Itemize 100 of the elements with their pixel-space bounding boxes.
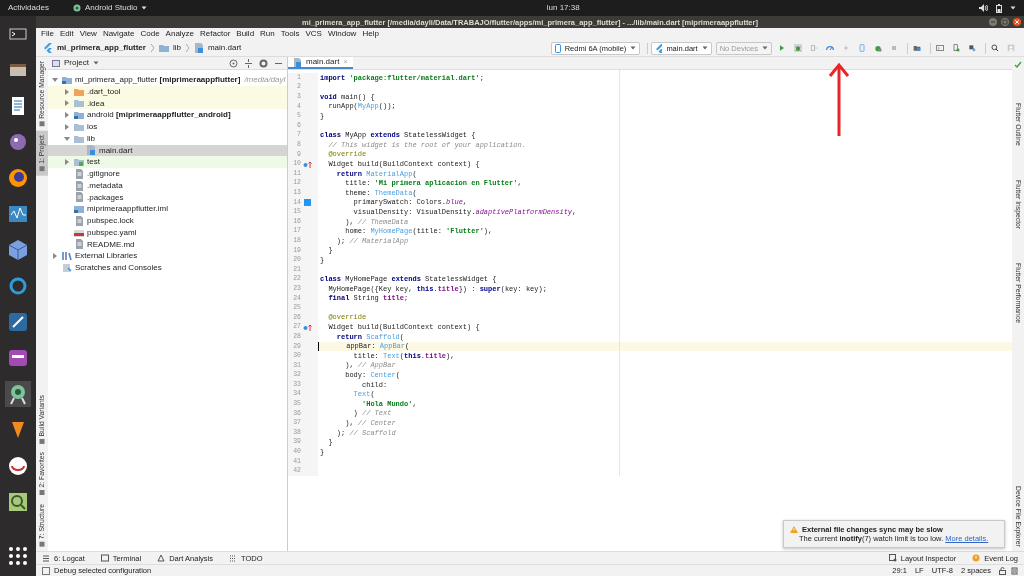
breadcrumb[interactable]: lib xyxy=(154,43,185,53)
menu-item[interactable]: Window xyxy=(324,29,360,39)
breadcrumb[interactable]: mi_primera_app_flutter xyxy=(39,43,150,53)
sdk-manager-icon[interactable] xyxy=(966,42,978,54)
item-label: .packages xyxy=(87,192,124,203)
tree-item[interactable]: README.md xyxy=(48,238,287,251)
activities-button[interactable]: Actividades xyxy=(8,3,49,13)
scratches-icon xyxy=(62,262,72,273)
battery-icon[interactable] xyxy=(996,3,1002,13)
event-log-icon xyxy=(972,554,981,562)
expand-arrow-icon[interactable] xyxy=(52,253,58,260)
debug-icon[interactable] xyxy=(792,42,804,54)
terminal-window-icon[interactable] xyxy=(934,42,946,54)
item-label: .metadata xyxy=(87,180,123,191)
settings-icon[interactable] xyxy=(259,58,268,68)
item-label: test xyxy=(87,157,100,167)
tree-item[interactable]: android [miprimeraappflutter_android] xyxy=(48,109,287,121)
clock[interactable]: lun 17:38 xyxy=(546,3,580,13)
menu-item[interactable]: Refactor xyxy=(197,29,234,39)
item-label: .idea xyxy=(87,98,105,109)
expand-arrow-icon[interactable] xyxy=(64,159,70,166)
file-icon xyxy=(74,192,84,203)
menu-item[interactable]: Build xyxy=(233,29,258,39)
menu-item[interactable]: Analyze xyxy=(162,29,198,39)
editor-tab[interactable]: main.dart × xyxy=(288,57,354,69)
collapse-arrow-icon[interactable] xyxy=(52,76,58,83)
caret-icon xyxy=(92,60,99,66)
menu-item[interactable]: Code xyxy=(137,29,163,39)
item-label: README.md xyxy=(87,239,135,250)
check-icon xyxy=(1014,61,1022,69)
test-folder-icon xyxy=(74,157,84,168)
menu-item[interactable]: Run xyxy=(257,29,278,39)
close-button[interactable] xyxy=(1013,18,1021,26)
tree-item[interactable]: lib xyxy=(48,132,287,145)
item-label: android [miprimeraappflutter_android] xyxy=(87,110,231,120)
tree-item[interactable]: .packages xyxy=(48,191,287,204)
menu-item[interactable]: View xyxy=(76,29,100,39)
tab-icon xyxy=(39,489,45,496)
caret-icon xyxy=(141,5,148,11)
menu-item[interactable]: File xyxy=(38,29,57,39)
device-manager-icon[interactable] xyxy=(950,42,962,54)
minimize-button[interactable] xyxy=(989,18,997,26)
flutter-icon xyxy=(43,43,53,53)
file-icon xyxy=(74,180,84,191)
lock-icon[interactable] xyxy=(999,566,1006,575)
view-selector-label: Project xyxy=(64,58,89,68)
panel-icon xyxy=(52,59,60,67)
item-label: pubspec.yaml xyxy=(87,227,137,238)
android-studio-icon[interactable] xyxy=(4,380,32,408)
tree-item[interactable]: .dart_tool xyxy=(48,85,287,98)
menu-item[interactable]: VCS xyxy=(302,29,325,39)
tree-item[interactable]: External Libraries xyxy=(48,250,287,262)
breadcrumb[interactable]: main.dart xyxy=(189,43,246,53)
tree-item[interactable]: test xyxy=(48,156,287,168)
volume-icon[interactable] xyxy=(979,4,988,12)
flutter-icon xyxy=(655,43,663,53)
tree-item[interactable]: pubspec.lock xyxy=(48,215,287,227)
menu-item[interactable]: Tools xyxy=(277,29,303,39)
collapse-icon[interactable] xyxy=(244,58,253,68)
app-menu[interactable]: Android Studio xyxy=(72,3,148,13)
menu-item[interactable]: Help xyxy=(359,29,382,39)
dart-file-icon xyxy=(193,43,204,53)
view-selector[interactable]: Project xyxy=(52,58,99,68)
expand-arrow-icon[interactable] xyxy=(64,123,70,130)
expand-arrow-icon[interactable] xyxy=(64,100,70,107)
override-marker-icon[interactable] xyxy=(302,160,312,168)
locate-icon[interactable] xyxy=(229,58,238,68)
item-label: Scratches and Consoles xyxy=(75,263,162,273)
tree-item[interactable]: miprimeraappflutter.iml xyxy=(48,203,287,215)
tab-icon xyxy=(39,165,45,172)
app-grid-icon[interactable] xyxy=(6,544,30,568)
tree-item[interactable]: pubspec.yaml xyxy=(48,226,287,239)
app-menu-label: Android Studio xyxy=(84,3,138,13)
expand-arrow-icon[interactable] xyxy=(64,112,70,119)
tree-item[interactable]: main.dart xyxy=(48,144,287,157)
todo-icon xyxy=(229,554,237,562)
menu-item[interactable]: Edit xyxy=(56,29,77,39)
caret-icon[interactable] xyxy=(1010,5,1016,11)
tree-item[interactable]: ios xyxy=(48,121,287,133)
expand-arrow-icon[interactable] xyxy=(64,88,70,95)
module-folder-icon xyxy=(74,110,84,121)
status-icon xyxy=(42,566,50,575)
item-label: lib xyxy=(87,133,95,144)
maximize-button[interactable] xyxy=(1001,18,1009,26)
tree-item[interactable]: mi_primera_app_flutter [miprimeraappflutter] /media/dayl xyxy=(48,74,287,86)
menu-item[interactable]: Navigate xyxy=(99,29,138,39)
item-label: .dart_tool xyxy=(87,86,121,97)
tree-item[interactable]: Scratches and Consoles xyxy=(48,262,287,274)
search-icon[interactable] xyxy=(989,42,1001,54)
chevron-icon xyxy=(149,43,155,53)
override-marker-icon[interactable] xyxy=(302,323,312,331)
inspector-icon[interactable] xyxy=(1011,566,1018,575)
item-label: mi_primera_app_flutter [miprimeraappflutter] xyxy=(75,75,241,85)
caret-icon xyxy=(630,45,637,51)
module-file-icon xyxy=(74,204,84,215)
collapse-arrow-icon[interactable] xyxy=(64,135,70,142)
item-path: /media/dayl xyxy=(244,75,286,85)
color-swatch[interactable] xyxy=(303,199,311,206)
tree-item[interactable]: .metadata xyxy=(48,179,287,192)
tree-item[interactable]: .gitignore xyxy=(48,168,287,180)
